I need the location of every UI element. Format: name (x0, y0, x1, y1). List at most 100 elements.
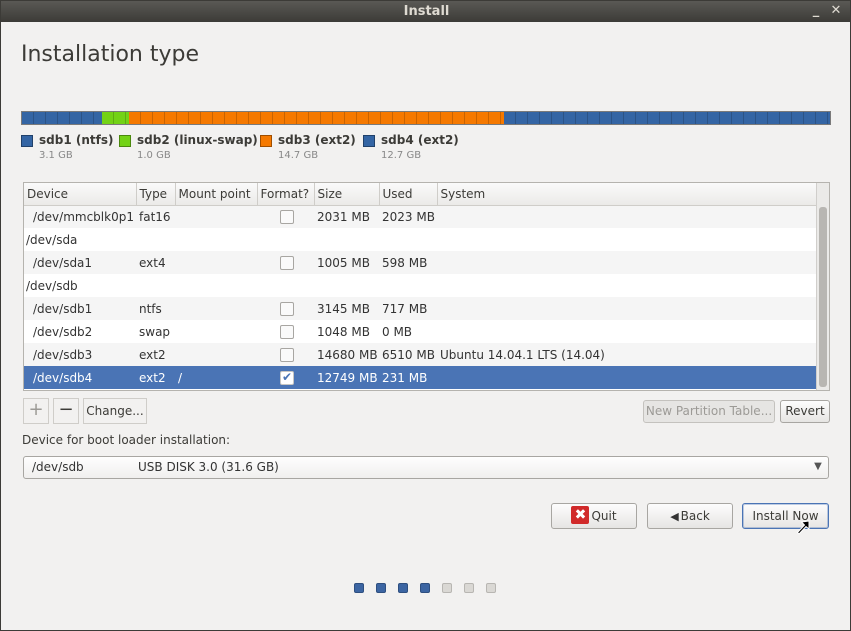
cell-system (437, 366, 818, 389)
window-title: Install (403, 4, 450, 19)
legend-swatch (21, 135, 33, 147)
close-button[interactable]: ✕ (828, 3, 844, 19)
legend-partition-size: 14.7 GB (278, 150, 319, 161)
column-header[interactable]: Used (379, 183, 438, 206)
back-arrow-icon: ◀ (670, 509, 679, 523)
disk-legend: sdb1 (ntfs) 3.1 GB sdb2 (linux-swap) 1.0 GB… (21, 133, 831, 165)
cell-used (379, 274, 437, 297)
cell-size: 1005 MB (314, 251, 379, 274)
bootloader-device: /dev/sdb (32, 460, 84, 474)
disk-segment (22, 112, 102, 124)
revert-button[interactable]: Revert (780, 400, 830, 423)
cell-device: /dev/sdb2 (24, 320, 136, 343)
progress-step-dot (398, 583, 408, 593)
progress-step-dot (376, 583, 386, 593)
column-header[interactable]: System (437, 183, 819, 206)
partition-row[interactable]: /dev/sda1 ext4 1005 MB 598 MB (24, 251, 818, 274)
cell-used: 598 MB (379, 251, 437, 274)
format-checkbox[interactable] (280, 347, 294, 362)
format-checkbox[interactable] (280, 370, 294, 385)
format-cell (257, 297, 314, 320)
cell-size (314, 228, 379, 251)
cell-device: /dev/sdb3 (24, 343, 136, 366)
format-checkbox[interactable] (280, 324, 294, 339)
format-checkbox[interactable] (280, 255, 294, 270)
cell-used: 717 MB (379, 297, 437, 320)
partition-row[interactable]: /dev/sda (24, 228, 818, 251)
progress-step-dot (486, 583, 496, 593)
cell-type: fat16 (136, 205, 175, 228)
cell-size: 1048 MB (314, 320, 379, 343)
progress-step-dot (354, 583, 364, 593)
legend-swatch (260, 135, 272, 147)
format-cell (257, 274, 314, 297)
cell-used (379, 228, 437, 251)
cell-type (136, 274, 175, 297)
minimize-button[interactable]: _ (808, 3, 824, 19)
cell-mount (175, 251, 257, 274)
partition-row[interactable]: /dev/sdb2 swap 1048 MB 0 MB (24, 320, 818, 343)
cell-type (136, 228, 175, 251)
column-header[interactable]: Format? (257, 183, 315, 206)
back-label: Back (680, 509, 710, 523)
cell-used: 231 MB (379, 366, 437, 389)
partition-row[interactable]: /dev/sdb (24, 274, 818, 297)
partition-row[interactable]: /dev/sdb3 ext2 14680 MB 6510 MB Ubuntu 14.04… (24, 343, 818, 366)
bootloader-device-select[interactable]: /dev/sdb USB DISK 3.0 (31.6 GB) ▼ (23, 456, 829, 479)
scrollbar-thumb[interactable] (819, 207, 827, 387)
change-partition-button[interactable]: Change... (83, 398, 147, 424)
cell-device: /dev/sdb (24, 274, 136, 297)
column-header[interactable]: Device (24, 183, 137, 206)
partition-row[interactable]: /dev/mmcblk0p1 fat16 2031 MB 2023 MB (24, 205, 818, 228)
progress-step-dot (464, 583, 474, 593)
legend-partition-name: sdb1 (ntfs) (39, 133, 114, 147)
remove-partition-button[interactable]: − (53, 398, 79, 424)
column-header[interactable]: Size (314, 183, 380, 206)
cell-size: 3145 MB (314, 297, 379, 320)
progress-step-dot (442, 583, 452, 593)
partition-table: Device Type Mount point Format? Size Used Syst… (23, 182, 830, 391)
cell-type: swap (136, 320, 175, 343)
disk-segment (503, 112, 830, 124)
legend-swatch (363, 135, 375, 147)
quit-button[interactable]: ✖ Quit (551, 503, 637, 529)
column-header[interactable]: Type (136, 183, 176, 206)
bootloader-device-description: USB DISK 3.0 (31.6 GB) (138, 460, 279, 474)
dropdown-arrow-icon: ▼ (814, 461, 822, 472)
partition-row[interactable]: /dev/sdb1 ntfs 3145 MB 717 MB (24, 297, 818, 320)
cell-type: ntfs (136, 297, 175, 320)
back-button[interactable]: ◀ Back (647, 503, 733, 529)
legend-partition-name: sdb4 (ext2) (381, 133, 459, 147)
format-cell (257, 366, 314, 389)
partition-row[interactable]: /dev/sdb4ext2/ 12749 MB231 MB (24, 366, 818, 389)
cell-system (437, 205, 818, 228)
format-cell (257, 343, 314, 366)
mouse-cursor-icon (796, 520, 810, 535)
page-header: Installation type (1, 22, 850, 94)
install-now-button[interactable]: Install Now (742, 503, 829, 529)
legend-swatch (119, 135, 131, 147)
table-scrollbar[interactable] (816, 183, 829, 390)
format-checkbox[interactable] (280, 301, 294, 316)
table-header-row: Device Type Mount point Format? Size Used Syst… (24, 183, 819, 206)
cell-system (437, 228, 818, 251)
format-checkbox[interactable] (280, 210, 294, 224)
cell-mount: / (175, 366, 257, 389)
cell-used: 2023 MB (379, 205, 437, 228)
format-cell (257, 205, 314, 228)
new-partition-table-button[interactable]: New Partition Table... (643, 400, 775, 423)
add-partition-button[interactable]: + (23, 398, 49, 424)
cell-used: 6510 MB (379, 343, 437, 366)
cell-system (437, 251, 818, 274)
cell-system (437, 320, 818, 343)
cell-mount (175, 205, 257, 228)
cell-device: /dev/sda (24, 228, 136, 251)
cell-type: ext2 (136, 343, 175, 366)
legend-partition-name: sdb3 (ext2) (278, 133, 356, 147)
progress-step-dot (420, 583, 430, 593)
column-header[interactable]: Mount point (175, 183, 258, 206)
title-bar[interactable]: Install _ ✕ (1, 1, 850, 22)
quit-label: Quit (591, 509, 617, 523)
bootloader-label: Device for boot loader installation: (22, 433, 231, 447)
partition-rows: /dev/mmcblk0p1 fat16 2031 MB 2023 MB/dev/sd… (24, 205, 818, 389)
